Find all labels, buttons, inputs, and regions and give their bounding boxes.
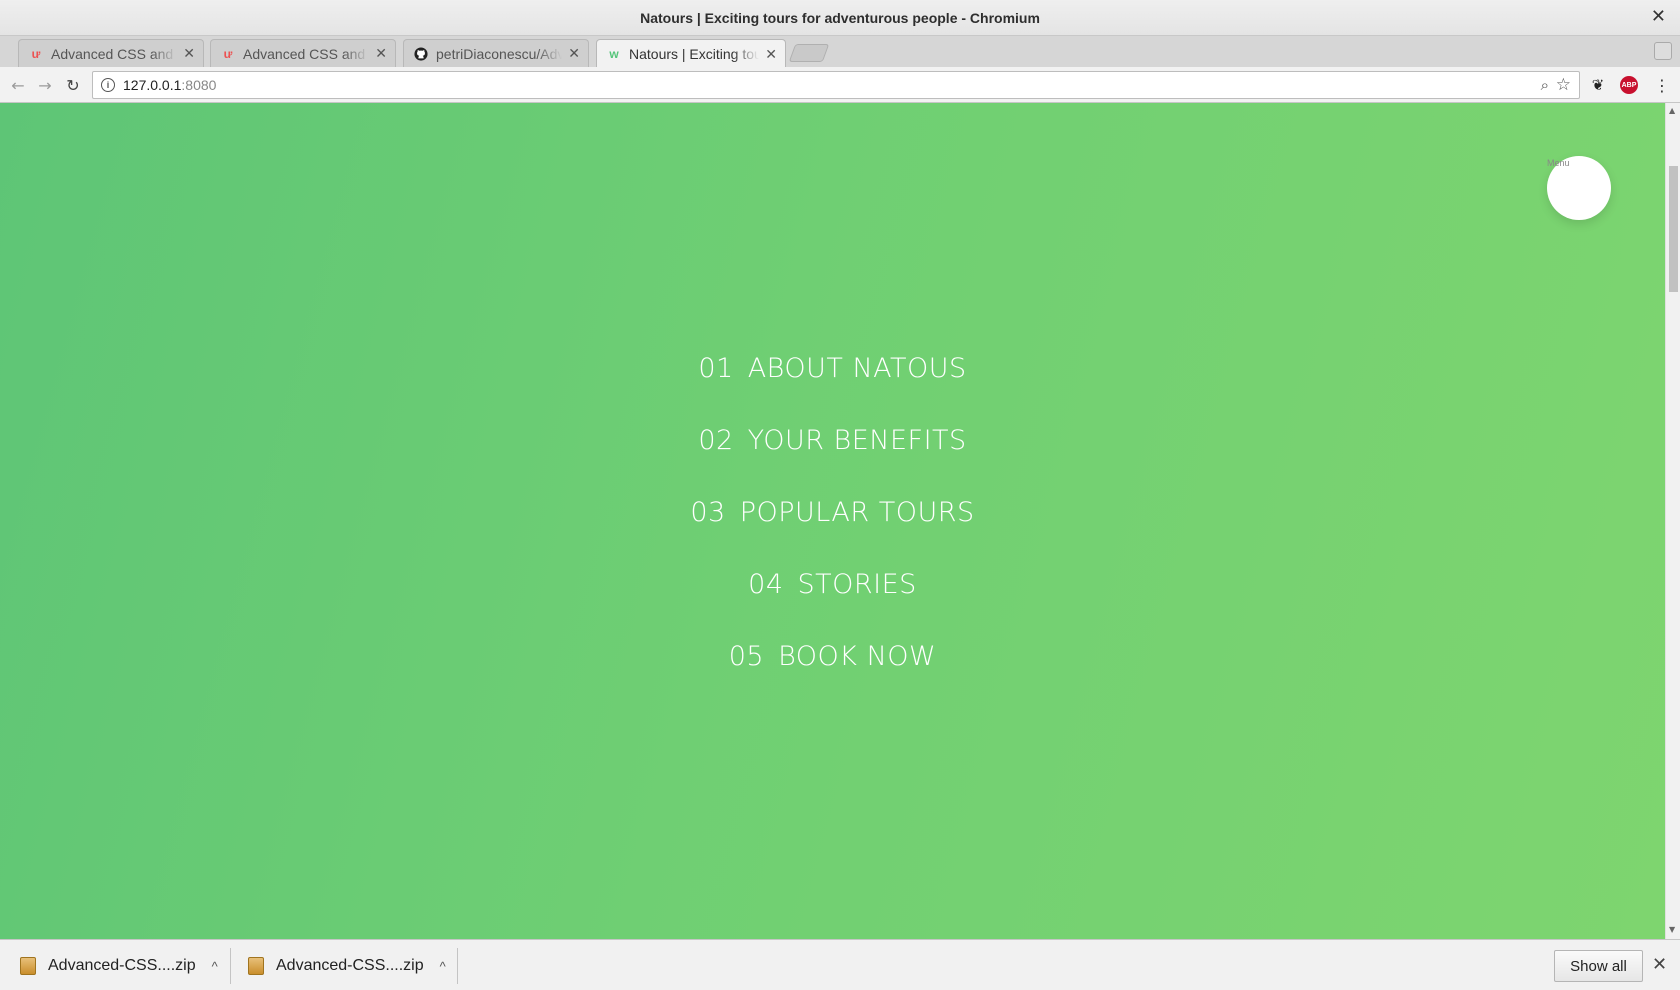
tab-close-icon[interactable]: ✕ (183, 45, 195, 62)
adblock-plus-icon[interactable]: ABP (1620, 76, 1638, 94)
nav-link-about[interactable]: 01 ABOUT NATOUS (698, 353, 966, 384)
tab-label: Advanced CSS and Sass (243, 45, 369, 62)
nav-number: 01 (698, 353, 734, 384)
download-filename: Advanced-CSS....zip (276, 957, 424, 974)
scroll-down-icon[interactable]: ▼ (1669, 925, 1675, 934)
chevron-up-icon[interactable]: ^ (440, 959, 446, 974)
reload-icon[interactable]: ↻ (63, 75, 83, 95)
show-all-button[interactable]: Show all (1554, 950, 1643, 982)
nav-link-booking[interactable]: 05 BOOK NOW (729, 641, 937, 672)
close-download-bar-icon[interactable]: ✕ (1652, 954, 1667, 975)
nav-label: ABOUT NATOUS (747, 353, 967, 384)
back-arrow-icon[interactable]: ← (8, 75, 28, 95)
tab-label: Natours | Exciting tours (629, 46, 760, 62)
nav-number: 04 (748, 569, 784, 600)
nav-label: BOOK NOW (778, 641, 937, 672)
menu-caption: Menu (1547, 158, 1570, 168)
browser-toolbar: ← → ↻ i 127.0.0.1:8080 ⌕ ☆ ❦ ABP ⋮ (0, 67, 1680, 103)
download-filename: Advanced-CSS....zip (48, 957, 196, 974)
nav-number: 05 (728, 641, 765, 672)
extension-icon[interactable]: ❦ (1588, 75, 1608, 95)
nav-link-stories[interactable]: 04 STORIES (748, 569, 917, 600)
github-icon (414, 46, 428, 61)
nav-label: POPULAR TOURS (739, 497, 975, 528)
zip-file-icon (248, 957, 264, 975)
tab-close-icon[interactable]: ✕ (375, 45, 387, 62)
site-info-icon[interactable]: i (101, 78, 115, 92)
nav-item-stories: 04 STORIES (0, 569, 1665, 641)
download-separator (457, 948, 458, 984)
tab-github[interactable]: petriDiaconescu/Advanced-CSS ✕ (403, 39, 589, 67)
navigation-list: 01 ABOUT NATOUS 02 YOUR BENEFITS 03 POPULAR… (0, 353, 1665, 713)
udemy-icon: ư (31, 46, 41, 61)
nav-link-benefits[interactable]: 02 YOUR BENEFITS (698, 425, 966, 456)
tab-close-icon[interactable]: ✕ (568, 45, 580, 62)
download-item[interactable]: Advanced-CSS....zip ^ (20, 948, 218, 984)
udemy-icon: ư (223, 46, 233, 61)
forward-arrow-icon[interactable]: → (35, 75, 55, 95)
tab-label: Advanced CSS and Sass (51, 45, 177, 62)
tab-close-icon[interactable]: ✕ (765, 46, 777, 63)
nav-item-booking: 05 BOOK NOW (0, 641, 1665, 713)
natours-icon: ᴡ (609, 47, 619, 61)
tab-strip: ư Advanced CSS and Sass ✕ ư Advanced CSS… (0, 36, 1680, 68)
browser-menu-icon[interactable]: ⋮ (1652, 75, 1672, 95)
page-viewport: Menu 01 ABOUT NATOUS 02 YOUR BENEFITS 03 PO… (0, 103, 1665, 939)
tab-natours[interactable]: ᴡ Natours | Exciting tours ✕ (596, 39, 786, 68)
nav-label: YOUR BENEFITS (747, 425, 967, 456)
nav-label: STORIES (797, 569, 917, 600)
nav-item-about: 01 ABOUT NATOUS (0, 353, 1665, 425)
scroll-up-icon[interactable]: ▲ (1669, 106, 1675, 115)
zoom-icon[interactable]: ⌕ (1541, 77, 1549, 94)
page-scrollbar[interactable]: ▲ ▼ (1665, 103, 1680, 939)
window-close-icon[interactable]: ✕ (1651, 8, 1666, 26)
download-bar: Advanced-CSS....zip ^ Advanced-CSS....zi… (0, 939, 1680, 990)
chevron-up-icon[interactable]: ^ (212, 959, 218, 974)
zip-file-icon (20, 957, 36, 975)
nav-item-tours: 03 POPULAR TOURS (0, 497, 1665, 569)
nav-link-tours[interactable]: 03 POPULAR TOURS (690, 497, 974, 528)
url-host: 127.0.0.1 (123, 77, 182, 93)
window-title: Natours | Exciting tours for adventurous… (640, 9, 1040, 26)
profile-icon[interactable] (1654, 42, 1672, 60)
download-separator (230, 948, 231, 984)
tab-label: petriDiaconescu/Advanced-CSS (436, 45, 562, 62)
nav-number: 03 (690, 497, 726, 528)
new-tab-button[interactable] (788, 44, 830, 62)
window-titlebar: Natours | Exciting tours for adventurous… (0, 0, 1680, 36)
tab-udemy-1[interactable]: ư Advanced CSS and Sass ✕ (18, 39, 204, 67)
address-bar[interactable]: i 127.0.0.1:8080 ⌕ ☆ (92, 71, 1580, 99)
nav-item-benefits: 02 YOUR BENEFITS (0, 425, 1665, 497)
download-item[interactable]: Advanced-CSS....zip ^ (248, 948, 446, 984)
nav-number: 02 (698, 425, 734, 456)
scrollbar-thumb[interactable] (1669, 166, 1678, 292)
url-port: :8080 (181, 77, 217, 93)
bookmark-star-icon[interactable]: ☆ (1556, 75, 1571, 95)
tab-udemy-2[interactable]: ư Advanced CSS and Sass ✕ (210, 39, 396, 67)
